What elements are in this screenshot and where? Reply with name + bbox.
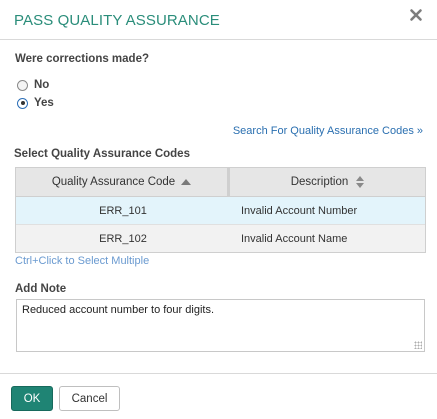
cell-description: Invalid Account Name [241,232,348,245]
column-header-description-label: Description [290,176,349,188]
footer-divider [0,373,437,374]
sort-icon [356,176,365,188]
resize-grip-icon[interactable] [414,341,422,349]
corrections-question: Were corrections made? [15,53,150,65]
add-note-label: Add Note [15,283,67,295]
note-textarea[interactable]: Reduced account number to four digits. [16,299,425,352]
table-row[interactable]: ERR_102 Invalid Account Name [16,224,425,252]
radio-no[interactable]: No [17,77,49,93]
radio-yes-circle[interactable] [17,97,28,109]
cell-code: ERR_101 [99,204,147,217]
radio-no-label: No [34,79,50,91]
dialog-title: PASS QUALITY ASSURANCE [14,12,220,29]
select-codes-label: Select Quality Assurance Codes [14,148,190,160]
table-row[interactable]: ERR_101 Invalid Account Number [16,197,425,224]
radio-yes[interactable]: Yes [17,95,54,111]
cell-code: ERR_102 [99,232,147,245]
dialog-header: PASS QUALITY ASSURANCE [0,0,437,40]
radio-no-circle[interactable] [17,79,28,91]
cancel-button[interactable]: Cancel [59,386,120,411]
qa-codes-table: Quality Assurance Code Description ERR_1… [15,167,426,253]
close-x-icon[interactable] [409,8,423,22]
column-header-code[interactable]: Quality Assurance Code [16,168,230,196]
ok-button[interactable]: OK [11,386,53,411]
cell-description: Invalid Account Number [241,204,358,217]
sort-ascending-icon [181,179,192,185]
radio-yes-label: Yes [34,97,54,109]
multi-select-hint: Ctrl+Click to Select Multiple [15,255,150,267]
table-header: Quality Assurance Code Description [16,168,425,197]
column-header-description[interactable]: Description [230,168,425,196]
column-header-code-label: Quality Assurance Code [51,176,176,188]
search-qa-codes-link[interactable]: Search For Quality Assurance Codes » [233,125,423,137]
